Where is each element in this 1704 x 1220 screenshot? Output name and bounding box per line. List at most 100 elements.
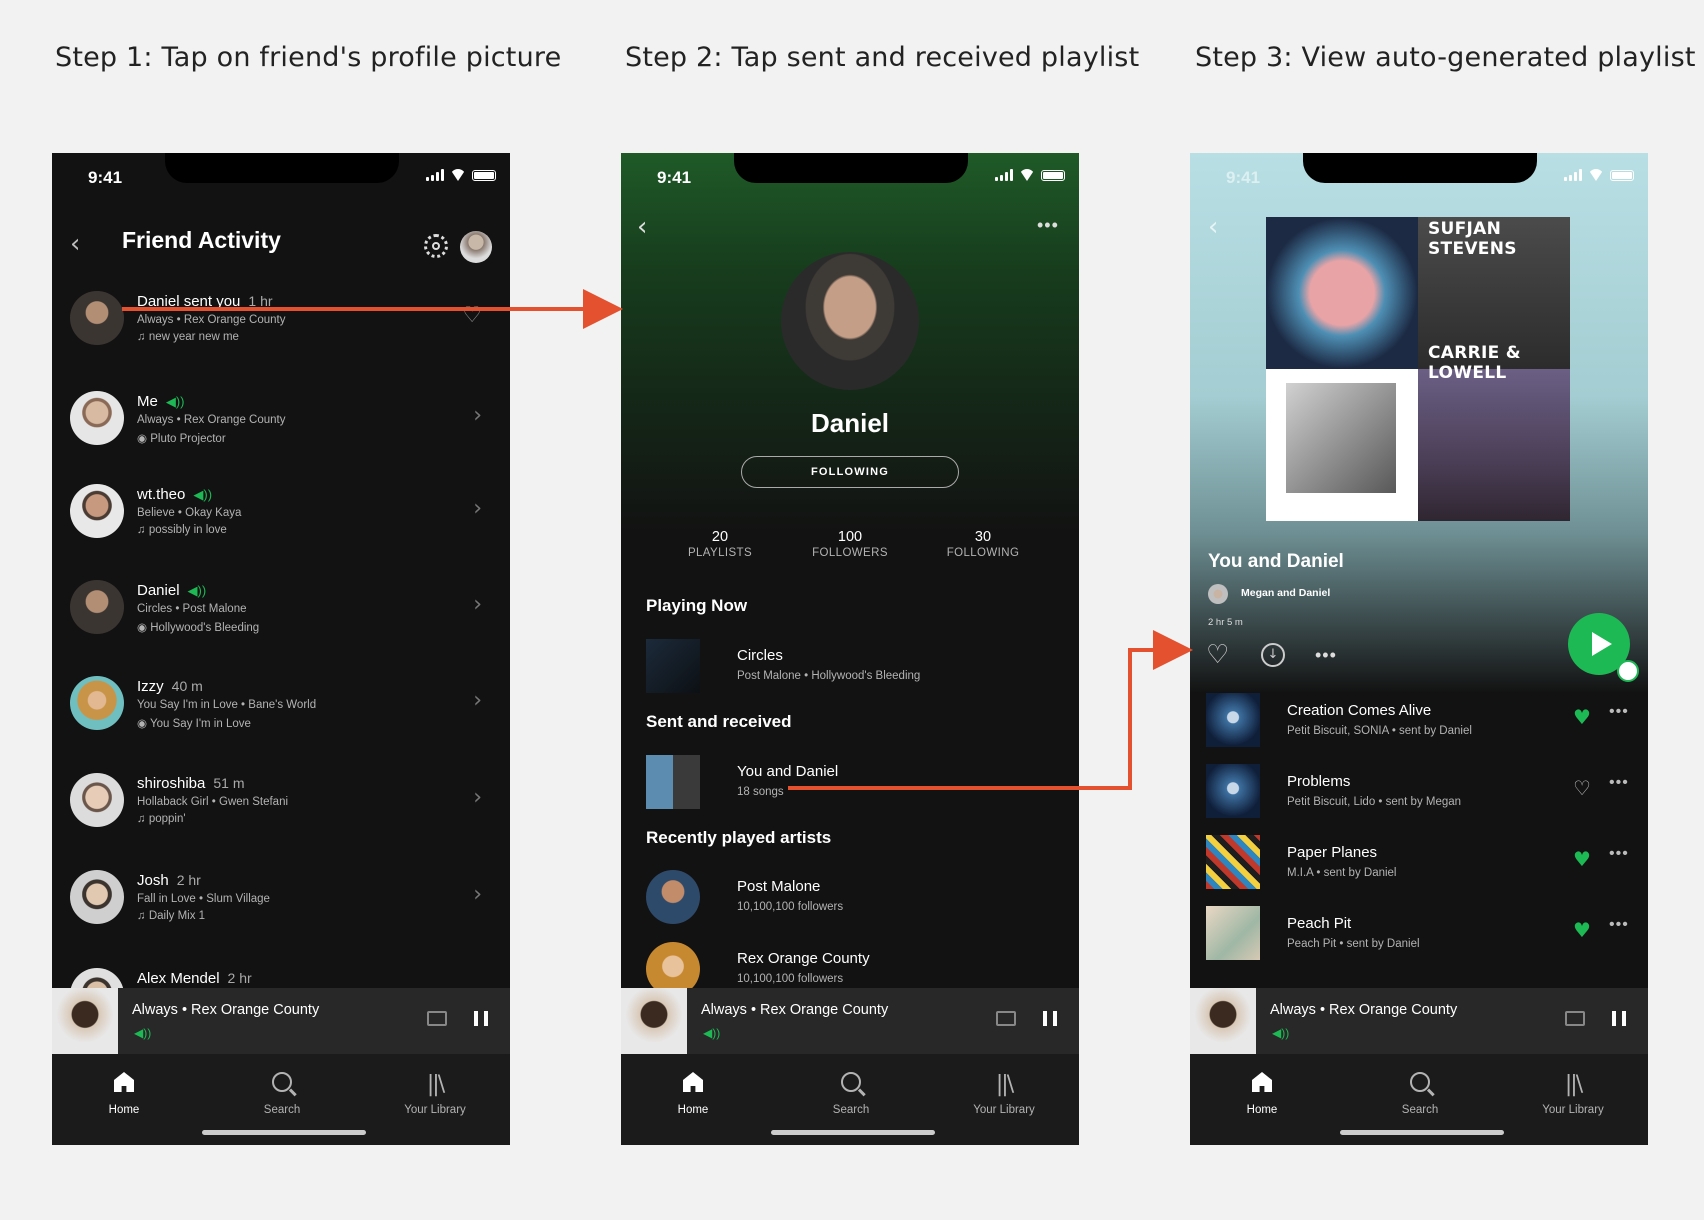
stat-following[interactable]: 30 FOLLOWING: [918, 529, 1048, 559]
friend-avatar[interactable]: [70, 391, 124, 445]
chevron-right-icon[interactable]: ›: [473, 496, 482, 521]
mini-player[interactable]: Always • Rex Orange County ◀)): [1190, 988, 1648, 1054]
nav-library[interactable]: ||\ Your Library: [385, 1072, 485, 1116]
stat-followers[interactable]: 100 FOLLOWERS: [785, 529, 915, 559]
following-button[interactable]: FOLLOWING: [741, 456, 959, 488]
friend-avatar[interactable]: [70, 773, 124, 827]
more-icon[interactable]: •••: [1315, 645, 1337, 666]
heart-filled-icon[interactable]: ♥: [1573, 918, 1591, 942]
friend-row[interactable]: shiroshiba 51 m Hollaback Girl • Gwen Ste…: [70, 773, 490, 853]
back-chevron-icon[interactable]: ‹: [637, 212, 647, 242]
friend-row[interactable]: Daniel ◀)) Circles • Post Malone ◉ Hollyw…: [70, 580, 490, 660]
notch: [165, 153, 399, 183]
nav-home[interactable]: Home: [74, 1072, 174, 1116]
friend-avatar[interactable]: [70, 484, 124, 538]
friend-track: Always • Rex Orange County: [137, 414, 286, 426]
track-subtitle: Post Malone • Hollywood's Bleeding: [737, 670, 921, 682]
nav-library[interactable]: ||\ Your Library: [1523, 1072, 1623, 1116]
friend-context: possibly in love: [148, 524, 227, 536]
artist-name: Rex Orange County: [737, 950, 870, 967]
playing-now-row[interactable]: Circles Post Malone • Hollywood's Bleedi…: [646, 639, 1066, 695]
heart-outline-icon[interactable]: ♡: [1573, 776, 1591, 800]
home-indicator: [1340, 1130, 1504, 1135]
friend-avatar[interactable]: [70, 291, 124, 345]
nav-library-label: Your Library: [404, 1104, 466, 1116]
heart-filled-icon[interactable]: ♥: [1573, 847, 1591, 871]
more-icon[interactable]: •••: [1609, 916, 1629, 934]
artist-row[interactable]: Post Malone 10,100,100 followers: [646, 870, 1066, 926]
friend-row[interactable]: wt.theo ◀)) Believe • Okay Kaya ♫ possibl…: [70, 484, 490, 564]
playlist-owners[interactable]: Megan and Daniel: [1241, 587, 1330, 599]
friend-avatar[interactable]: [70, 676, 124, 730]
nav-library[interactable]: ||\ Your Library: [954, 1072, 1054, 1116]
playlist-duration: 2 hr 5 m: [1208, 617, 1243, 628]
mini-player-art[interactable]: [52, 988, 118, 1054]
more-icon[interactable]: •••: [1609, 845, 1629, 863]
sent-received-playlist-row[interactable]: You and Daniel 18 songs: [646, 755, 1066, 811]
mini-player-art[interactable]: [621, 988, 687, 1054]
pause-icon[interactable]: [1043, 1011, 1057, 1026]
chevron-right-icon[interactable]: ›: [473, 592, 482, 617]
friend-name: Izzy: [137, 678, 164, 695]
track-row[interactable]: Peach Pit Peach Pit • sent by Daniel ♥ •…: [1206, 906, 1636, 966]
friend-row[interactable]: Josh 2 hr Fall in Love • Slum Village ♫ D…: [70, 870, 490, 950]
home-icon: [114, 1072, 134, 1092]
track-row[interactable]: Creation Comes Alive Petit Biscuit, SONI…: [1206, 693, 1636, 753]
more-icon[interactable]: •••: [1037, 215, 1059, 236]
chevron-right-icon[interactable]: ›: [473, 403, 482, 428]
gear-icon[interactable]: [424, 234, 448, 258]
phone-friend-activity: 9:41 ‹ Friend Activity Daniel sent you 1 …: [52, 153, 510, 1145]
chevron-right-icon[interactable]: ›: [473, 688, 482, 713]
avatar[interactable]: [460, 231, 492, 263]
more-icon[interactable]: •••: [1609, 774, 1629, 792]
section-title: Recently played artists: [646, 828, 832, 847]
friend-row[interactable]: Izzy 40 m You Say I'm in Love • Bane's Wo…: [70, 676, 490, 756]
chevron-right-icon[interactable]: ›: [473, 882, 482, 907]
nav-home[interactable]: Home: [643, 1072, 743, 1116]
stat-playlists[interactable]: 20 PLAYLISTS: [655, 529, 785, 559]
heart-outline-icon[interactable]: ♡: [1206, 640, 1229, 670]
search-icon: [841, 1072, 861, 1092]
heart-filled-icon[interactable]: ♥: [1573, 705, 1591, 729]
nav-library-label: Your Library: [1542, 1104, 1604, 1116]
chevron-right-icon[interactable]: ›: [473, 785, 482, 810]
track-subtitle: Petit Biscuit, SONIA • sent by Daniel: [1287, 725, 1472, 737]
nav-search[interactable]: Search: [232, 1072, 332, 1116]
pause-icon[interactable]: [1612, 1011, 1626, 1026]
friend-avatar[interactable]: [70, 580, 124, 634]
download-icon[interactable]: ↓: [1261, 643, 1285, 667]
heart-outline-icon[interactable]: ♡: [462, 303, 482, 328]
playlist-subtitle: 18 songs: [737, 786, 784, 798]
friend-avatar[interactable]: [70, 870, 124, 924]
friend-row[interactable]: Daniel sent you 1 hr Always • Rex Orange …: [70, 291, 490, 371]
mini-player[interactable]: Always • Rex Orange County ◀)): [621, 988, 1079, 1054]
shuffle-icon[interactable]: [1617, 660, 1639, 682]
pause-icon[interactable]: [474, 1011, 488, 1026]
more-icon[interactable]: •••: [1609, 703, 1629, 721]
friend-row[interactable]: Me ◀)) Always • Rex Orange County ◉ Pluto…: [70, 391, 490, 471]
back-chevron-icon[interactable]: ‹: [70, 229, 80, 259]
track-row[interactable]: Paper Planes M.I.A • sent by Daniel ♥ ••…: [1206, 835, 1636, 895]
artist-followers: 10,100,100 followers: [737, 901, 844, 913]
mini-player-art[interactable]: [1190, 988, 1256, 1054]
track-thumbnail: [1206, 693, 1260, 747]
nav-search[interactable]: Search: [1370, 1072, 1470, 1116]
back-chevron-icon[interactable]: ‹: [1208, 212, 1218, 242]
bottom-nav: Home Search ||\ Your Library: [1190, 1054, 1648, 1145]
nav-search[interactable]: Search: [801, 1072, 901, 1116]
battery-icon: [1610, 170, 1634, 181]
mini-player-title: Always • Rex Orange County: [132, 1002, 320, 1018]
friend-context: Hollywood's Bleeding: [150, 622, 260, 634]
devices-icon[interactable]: [1565, 1011, 1585, 1026]
mini-player[interactable]: Always • Rex Orange County ◀)): [52, 988, 510, 1054]
devices-icon[interactable]: [427, 1011, 447, 1026]
track-subtitle: M.I.A • sent by Daniel: [1287, 867, 1397, 879]
album-icon: ◉: [137, 622, 151, 634]
friend-track: Always • Rex Orange County: [137, 314, 286, 326]
devices-icon[interactable]: [996, 1011, 1016, 1026]
track-row[interactable]: Problems Petit Biscuit, Lido • sent by M…: [1206, 764, 1636, 824]
music-note-icon: ♫: [137, 813, 149, 825]
signal-icon: [995, 169, 1013, 181]
track-thumbnail: [1206, 764, 1260, 818]
nav-home[interactable]: Home: [1212, 1072, 1312, 1116]
